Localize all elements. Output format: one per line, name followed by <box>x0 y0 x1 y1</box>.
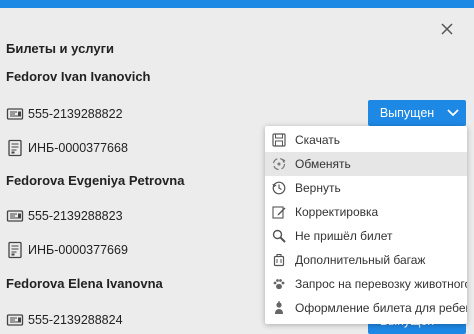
exchange-icon <box>271 156 287 172</box>
status-dropdown-button[interactable]: Выпущен <box>368 100 466 126</box>
menu-item-label: Скачать <box>295 133 340 147</box>
service-row[interactable]: ИНБ-0000377668 <box>6 139 128 157</box>
service-row[interactable]: ИНБ-0000377669 <box>6 241 128 259</box>
menu-item-label: Оформление билета для ребенка <box>295 301 467 315</box>
paw-icon <box>271 276 287 292</box>
menu-item-correction[interactable]: Корректировка <box>265 200 467 224</box>
ticket-actions-menu: Скачать Обменять Вернуть Корректировка Н… <box>265 126 467 324</box>
document-icon <box>6 241 24 259</box>
menu-item-return[interactable]: Вернуть <box>265 176 467 200</box>
menu-item-extra-baggage[interactable]: Дополнительный багаж <box>265 248 467 272</box>
top-accent-bar <box>0 0 474 8</box>
menu-item-child-ticket[interactable]: Оформление билета для ребенка <box>265 296 467 320</box>
ticket-number: 555-2139288824 <box>28 313 123 327</box>
menu-item-ticket-not-received[interactable]: Не пришёл билет <box>265 224 467 248</box>
service-number: ИНБ-0000377668 <box>28 141 128 155</box>
save-icon <box>271 132 287 148</box>
menu-item-animal-transport[interactable]: Запрос на перевозку животного <box>265 272 467 296</box>
menu-item-label: Корректировка <box>295 205 379 219</box>
ticket-icon <box>6 311 24 329</box>
passenger-name: Fedorov Ivan Ivanovich <box>6 69 151 84</box>
close-icon[interactable] <box>438 20 456 38</box>
passenger-name: Fedorova Evgeniya Petrovna <box>6 173 185 188</box>
menu-item-exchange[interactable]: Обменять <box>265 152 467 176</box>
status-label: Выпущен <box>379 106 435 120</box>
return-icon <box>271 180 287 196</box>
dialog-title: Билеты и услуги <box>6 41 115 56</box>
menu-item-label: Не пришёл билет <box>295 229 393 243</box>
ticket-icon <box>6 207 24 225</box>
chevron-down-icon <box>440 108 466 118</box>
search-icon <box>271 228 287 244</box>
edit-icon <box>271 204 287 220</box>
document-icon <box>6 139 24 157</box>
menu-item-label: Запрос на перевозку животного <box>295 277 467 291</box>
menu-item-label: Вернуть <box>295 181 341 195</box>
ticket-row[interactable]: 555-2139288824 <box>6 311 123 329</box>
ticket-row[interactable]: 555-2139288823 <box>6 207 123 225</box>
ticket-row[interactable]: 555-2139288822 <box>6 105 123 123</box>
passenger-name: Fedorova Elena Ivanovna <box>6 276 163 291</box>
menu-item-download[interactable]: Скачать <box>265 128 467 152</box>
ticket-icon <box>6 105 24 123</box>
child-icon <box>271 300 287 316</box>
ticket-number: 555-2139288822 <box>28 107 123 121</box>
luggage-icon <box>271 252 287 268</box>
menu-item-label: Дополнительный багаж <box>295 253 426 267</box>
service-number: ИНБ-0000377669 <box>28 243 128 257</box>
ticket-number: 555-2139288823 <box>28 209 123 223</box>
menu-item-label: Обменять <box>295 157 351 171</box>
